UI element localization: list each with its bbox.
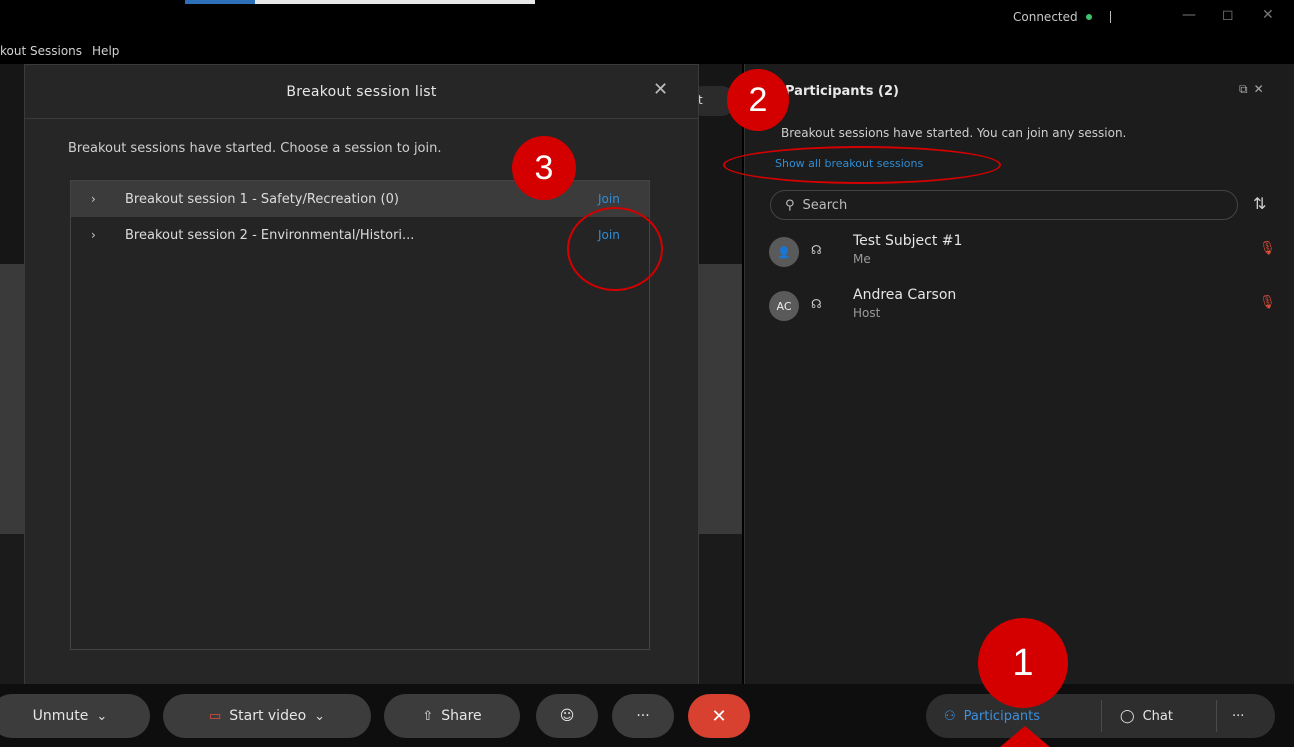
annotation-arrow-icon <box>1000 726 1050 747</box>
mic-muted-icon[interactable]: 🎙 <box>1259 295 1276 310</box>
chat-button[interactable]: ◯ Chat <box>1120 694 1173 738</box>
divider <box>1216 700 1217 732</box>
session-name: Breakout session 1 - Safety/Recreation (… <box>125 191 399 207</box>
panel-tools: ⧉ ✕ <box>1239 82 1264 97</box>
annotation-ring-show-all <box>723 146 1001 184</box>
annotation-ring-join <box>567 207 663 291</box>
unmute-button[interactable]: Unmute ⌄ <box>0 694 150 738</box>
participants-label: Participants <box>963 708 1041 724</box>
participants-title: Participants (2) <box>785 84 899 99</box>
session-name: Breakout session 2 - Environmental/Histo… <box>125 227 415 243</box>
connection-status: Connected <box>1013 10 1111 24</box>
connected-dot-icon <box>1085 14 1092 20</box>
share-icon: ⇧ <box>422 708 434 724</box>
close-window-icon[interactable]: ✕ <box>1262 7 1274 23</box>
close-panel-icon[interactable]: ✕ <box>1254 82 1264 97</box>
smiley-icon: ☺ <box>559 708 575 724</box>
person-icon: 👤 <box>777 245 791 259</box>
dialog-header: Breakout session list ✕ <box>25 65 698 119</box>
minimize-icon[interactable]: — <box>1182 7 1196 23</box>
maximize-icon[interactable]: ◻ <box>1222 7 1234 23</box>
search-input[interactable] <box>802 197 1203 213</box>
chevron-down-icon[interactable]: ⌄ <box>96 709 107 724</box>
dialog-title: Breakout session list <box>286 84 437 100</box>
mic-muted-icon[interactable]: 🎙 <box>1259 241 1276 256</box>
panel-toggle-group: ⚇ Participants ◯ Chat ··· <box>926 694 1275 738</box>
headset-icon: ☊ <box>811 243 822 257</box>
tab-indicator <box>185 0 255 4</box>
chevron-right-icon[interactable]: › <box>91 192 96 206</box>
menu-breakout-sessions[interactable]: kout Sessions <box>0 44 82 62</box>
search-icon: ⚲ <box>785 197 795 213</box>
annotation-badge-3: 3 <box>512 136 576 200</box>
join-button[interactable]: Join <box>598 192 620 206</box>
participant-role: Me <box>853 252 871 266</box>
divider <box>1101 700 1102 732</box>
title-bar: Connected — ◻ ✕ <box>0 0 1294 42</box>
participant-name: Test Subject #1 <box>853 233 963 249</box>
meeting-controls: Unmute ⌄ ▭ Start video ⌄ ⇧ Share ☺ ··· ✕… <box>0 684 1294 747</box>
share-button[interactable]: ⇧ Share <box>384 694 520 738</box>
headset-icon: ☊ <box>811 297 822 311</box>
participant-row[interactable]: AC ☊ Andrea Carson Host 🎙 <box>769 285 1279 329</box>
connection-status-text: Connected <box>1013 10 1078 24</box>
more-options-button[interactable]: ··· <box>612 694 674 738</box>
participant-row[interactable]: 👤 ☊ Test Subject #1 Me 🎙 <box>769 231 1279 275</box>
unmute-label: Unmute <box>32 708 89 724</box>
participant-name: Andrea Carson <box>853 287 957 303</box>
menu-bar: kout Sessions Help <box>0 44 119 62</box>
chat-icon: ◯ <box>1120 708 1135 724</box>
sort-icon[interactable]: ⇅ <box>1253 194 1266 213</box>
session-list: › Breakout session 1 - Safety/Recreation… <box>70 180 650 650</box>
breakout-session-dialog: Breakout session list ✕ Breakout session… <box>24 64 699 687</box>
chevron-down-icon[interactable]: ⌄ <box>314 709 325 724</box>
popout-icon[interactable]: ⧉ <box>1239 82 1248 97</box>
divider <box>1109 11 1111 23</box>
session-row[interactable]: › Breakout session 2 - Environmental/His… <box>71 217 649 253</box>
search-box[interactable]: ⚲ <box>770 190 1238 220</box>
share-label: Share <box>441 708 482 724</box>
chevron-right-icon[interactable]: › <box>91 228 96 242</box>
end-call-button[interactable]: ✕ <box>688 694 750 738</box>
more-panels-button[interactable]: ··· <box>1232 694 1244 738</box>
video-off-icon: ▭ <box>208 708 222 724</box>
start-video-label: Start video <box>229 708 307 724</box>
breakout-notice: Breakout sessions have started. You can … <box>781 126 1127 140</box>
annotation-badge-2: 2 <box>727 69 789 131</box>
reactions-button[interactable]: ☺ <box>536 694 598 738</box>
start-video-button[interactable]: ▭ Start video ⌄ <box>163 694 371 738</box>
participants-icon: ⚇ <box>944 708 956 724</box>
avatar: 👤 <box>769 237 799 267</box>
chat-label: Chat <box>1142 708 1173 724</box>
menu-help[interactable]: Help <box>92 44 119 62</box>
participant-role: Host <box>853 306 881 320</box>
close-icon[interactable]: ✕ <box>653 79 668 100</box>
annotation-badge-1: 1 <box>978 618 1068 708</box>
tab-strip <box>255 0 535 4</box>
dialog-intro-text: Breakout sessions have started. Choose a… <box>68 141 442 156</box>
avatar: AC <box>769 291 799 321</box>
